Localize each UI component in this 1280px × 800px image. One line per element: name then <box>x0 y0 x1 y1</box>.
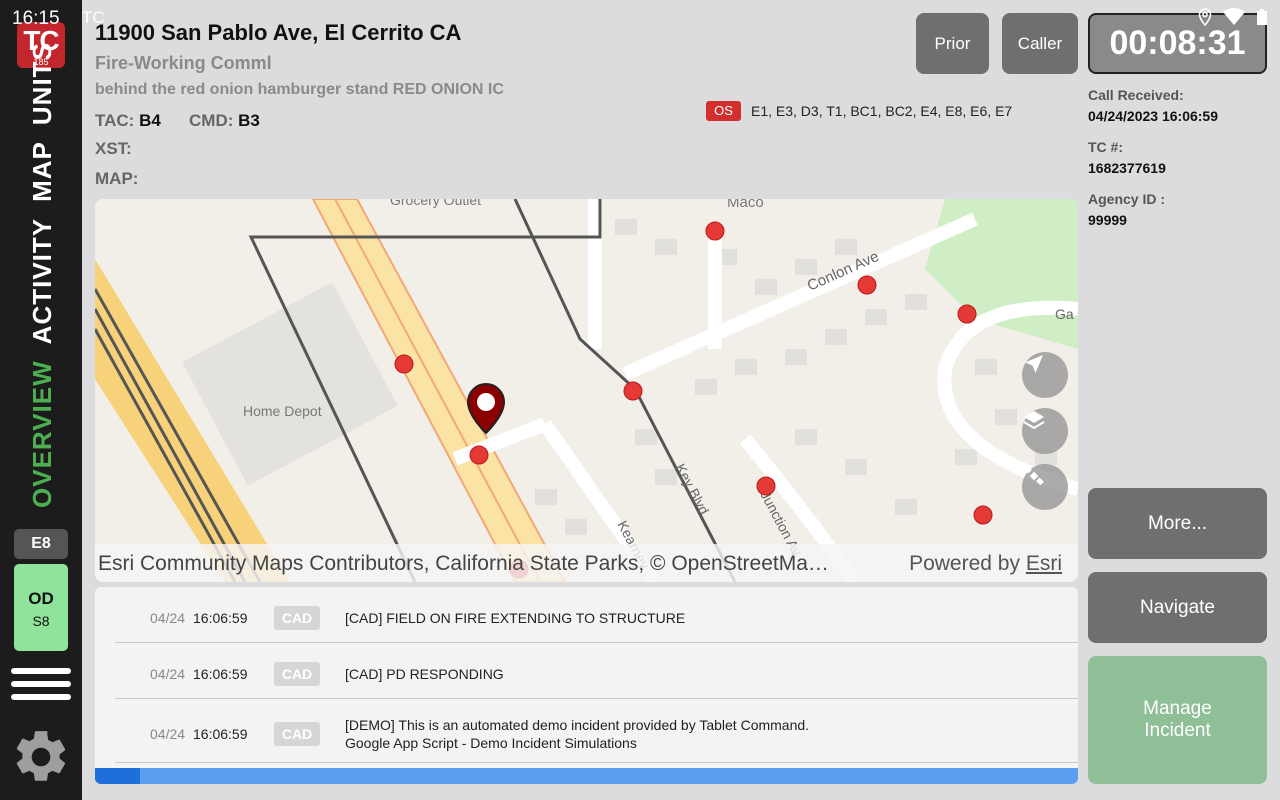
battery-icon <box>1257 9 1267 25</box>
wifi-icon <box>1223 8 1245 25</box>
unit-status-sub: S8 <box>32 613 50 629</box>
nav-units[interactable]: UNITS <box>27 42 58 125</box>
cmd-field: CMD: B3 <box>189 111 260 131</box>
powered-by-label: Powered by <box>909 552 1020 575</box>
unit-marker <box>857 275 877 295</box>
incident-map[interactable]: Grocery Outlet Home Depot Maco Conlon Av… <box>95 199 1078 582</box>
status-time: 16:15 <box>12 8 60 29</box>
esri-link[interactable]: Esri <box>1026 552 1062 575</box>
call-received-value: 04/24/2023 16:06:59 <box>1088 108 1218 124</box>
nav-map[interactable]: MAP <box>27 141 58 202</box>
unit-marker <box>623 381 643 401</box>
log-row[interactable]: 04/24 16:06:59 CAD [CAD] PD RESPONDING <box>115 643 1078 699</box>
satellite-icon[interactable] <box>1022 464 1068 510</box>
map-canvas: Grocery Outlet Home Depot Maco Conlon Av… <box>95 199 1078 582</box>
assigned-units[interactable]: E1, E3, D3, T1, BC1, BC2, E4, E8, E6, E7 <box>751 103 1012 119</box>
locate-icon[interactable] <box>1022 352 1068 398</box>
call-received-label: Call Received: <box>1088 87 1184 103</box>
prior-button[interactable]: Prior <box>916 13 989 74</box>
tc-number-value: 1682377619 <box>1088 160 1166 176</box>
agency-id-label: Agency ID : <box>1088 191 1166 207</box>
log-date: 04/24 <box>150 610 186 626</box>
unit-marker <box>957 304 977 324</box>
layers-icon[interactable] <box>1022 408 1068 454</box>
xst-label: XST: <box>95 139 132 158</box>
log-tag: CAD <box>274 722 320 746</box>
log-message: [DEMO] This is an automated demo inciden… <box>345 716 809 752</box>
incident-type: Fire-Working Comml <box>95 53 272 73</box>
log-message-line2: Google App Script - Demo Incident Simula… <box>345 735 637 751</box>
status-app-label: TC <box>82 8 105 27</box>
map-label-maco: Maco <box>727 199 764 211</box>
map-attribution: Esri Community Maps Contributors, Califo… <box>95 544 1078 582</box>
incident-location-note: behind the red onion hamburger stand RED… <box>95 81 504 98</box>
map-label-grocery: Grocery Outlet <box>390 199 481 208</box>
unit-marker <box>756 476 776 496</box>
location-icon <box>1198 8 1212 26</box>
status-icons <box>1198 8 1268 26</box>
home-depot-building <box>182 282 398 486</box>
caller-button[interactable]: Caller <box>1002 13 1078 74</box>
gear-icon[interactable] <box>10 726 72 788</box>
log-message-line1: [DEMO] This is an automated demo inciden… <box>345 717 810 733</box>
log-date: 04/24 <box>150 726 186 742</box>
unit-marker <box>394 354 414 374</box>
nav-activity[interactable]: ACTIVITY <box>27 218 58 344</box>
park-area <box>925 199 1078 349</box>
log-date: 04/24 <box>150 666 186 682</box>
more-button[interactable]: More... <box>1088 488 1267 559</box>
log-time: 16:06:59 <box>193 726 248 742</box>
tc-number-label: TC #: <box>1088 139 1123 155</box>
cmd-value: B3 <box>238 111 260 130</box>
attribution-text: Esri Community Maps Contributors, Califo… <box>98 552 829 575</box>
log-row[interactable]: 04/24 16:06:59 CAD [CAD] FIELD ON FIRE E… <box>115 587 1078 643</box>
nav-overview[interactable]: OVERVIEW <box>27 360 58 508</box>
map-label-home-depot: Home Depot <box>243 403 322 419</box>
powered-by: Powered by Esri <box>909 552 1062 576</box>
unit-status-code: OD <box>28 589 54 608</box>
sidebar-nav: OVERVIEW ACTIVITY MAP UNITS <box>20 42 64 508</box>
log-tag: CAD <box>274 606 320 630</box>
unit-marker <box>705 221 725 241</box>
log-message: [CAD] PD RESPONDING <box>345 666 504 682</box>
map-label: MAP: <box>95 169 139 188</box>
log-row[interactable]: 04/24 16:06:59 CAD [DEMO] This is an aut… <box>115 699 1078 763</box>
sidebar: TC 185 OVERVIEW ACTIVITY MAP UNITS E8 OD… <box>0 0 82 800</box>
unit-status-button[interactable]: OD S8 <box>14 564 68 651</box>
menu-icon[interactable] <box>11 668 71 706</box>
unit-marker <box>469 445 489 465</box>
map-label-key-blvd: Key Blvd <box>672 461 712 517</box>
agency-id-value: 99999 <box>1088 212 1127 228</box>
map-label-ga: Ga <box>1055 306 1074 322</box>
unit-marker <box>973 505 993 525</box>
unit-badge[interactable]: E8 <box>14 529 68 559</box>
os-badge: OS <box>706 101 741 121</box>
incident-address: 11900 San Pablo Ave, El Cerrito CA <box>95 20 462 45</box>
tac-value: B4 <box>139 111 161 130</box>
log-row-highlighted[interactable] <box>95 768 1078 784</box>
tac-label: TAC: <box>95 111 135 130</box>
tac-field: TAC: B4 <box>95 111 161 131</box>
activity-log[interactable]: 04/24 16:06:59 CAD [CAD] FIELD ON FIRE E… <box>95 587 1078 784</box>
log-indicator <box>95 768 140 784</box>
manage-incident-button[interactable]: Manage Incident <box>1088 656 1267 784</box>
navigate-button[interactable]: Navigate <box>1088 572 1267 643</box>
log-message: [CAD] FIELD ON FIRE EXTENDING TO STRUCTU… <box>345 610 686 626</box>
log-tag: CAD <box>274 662 320 686</box>
cmd-label: CMD: <box>189 111 234 130</box>
log-time: 16:06:59 <box>193 610 248 626</box>
log-time: 16:06:59 <box>193 666 248 682</box>
